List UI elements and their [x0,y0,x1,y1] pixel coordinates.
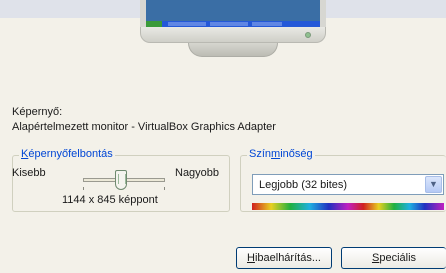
troubleshoot-button[interactable]: Hibaelhárítás... [236,247,332,269]
color-spectrum-bar [252,203,444,210]
color-quality-group-title: Színminőség [247,148,315,160]
monitor-stand [188,43,278,57]
resolution-slider-thumb[interactable] [114,170,127,190]
power-led-icon [305,32,311,38]
preview-taskbar-button [168,22,206,26]
preview-taskbar-button [210,22,248,26]
resolution-value: 1144 x 845 képpont [62,194,158,206]
chevron-down-icon[interactable]: ▼ [425,176,442,193]
resolution-group-title: Képernyőfelbontás [19,148,115,160]
monitor-preview-screen [140,0,326,27]
preview-taskbar-button [252,22,282,26]
color-quality-select[interactable]: Legjobb (32 bites) ▼ [252,174,444,195]
display-value: Alapértelmezett monitor - VirtualBox Gra… [12,121,276,133]
monitor-bezel [140,27,326,43]
advanced-button[interactable]: Speciális [341,247,446,269]
larger-label: Nagyobb [175,167,220,179]
display-label: Képernyő: [12,106,63,118]
color-quality-selected: Legjobb (32 bites) [259,179,348,191]
smaller-label: Kisebb [12,167,46,179]
